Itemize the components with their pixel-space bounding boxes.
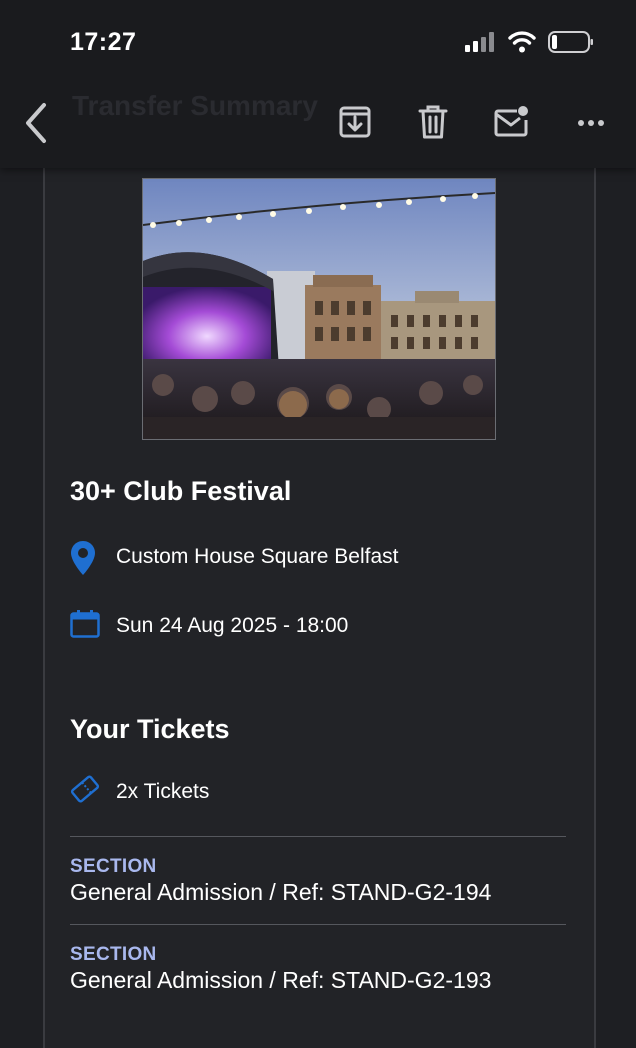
calendar-icon	[70, 610, 100, 638]
delete-button[interactable]	[414, 102, 452, 142]
divider	[70, 836, 566, 837]
event-venue: Custom House Square Belfast	[116, 545, 399, 568]
top-bar: 17:27 Transfer Summary	[0, 0, 636, 168]
event-photo	[142, 178, 496, 440]
section-label: SECTION	[70, 944, 157, 965]
status-time: 17:27	[70, 28, 137, 56]
event-title: 30+ Club Festival	[70, 476, 292, 506]
more-horizontal-icon	[578, 120, 604, 126]
tickets-heading: Your Tickets	[70, 714, 230, 744]
wifi-icon	[508, 30, 536, 54]
location-pin-icon	[70, 540, 96, 576]
back-button[interactable]	[20, 100, 52, 146]
divider	[70, 924, 566, 925]
trash-icon	[418, 105, 448, 139]
archive-button[interactable]	[336, 102, 374, 142]
event-date: Sun 24 Aug 2025 - 18:00	[116, 614, 349, 637]
mail-unread-icon	[494, 106, 528, 137]
section-label: SECTION	[70, 856, 157, 877]
page-title: Transfer Summary	[72, 90, 318, 121]
section-value: General Admission / Ref: STAND-G2-194	[70, 879, 492, 905]
ticket-count: 2x Tickets	[116, 780, 210, 803]
ticket-icon	[70, 774, 100, 804]
mark-unread-button[interactable]	[492, 102, 530, 142]
battery-icon	[548, 31, 594, 53]
section-value: General Admission / Ref: STAND-G2-193	[70, 967, 492, 993]
chevron-left-icon	[26, 103, 46, 143]
archive-icon	[339, 106, 371, 138]
more-options-button[interactable]	[572, 102, 610, 142]
cellular-signal-icon	[465, 32, 497, 52]
